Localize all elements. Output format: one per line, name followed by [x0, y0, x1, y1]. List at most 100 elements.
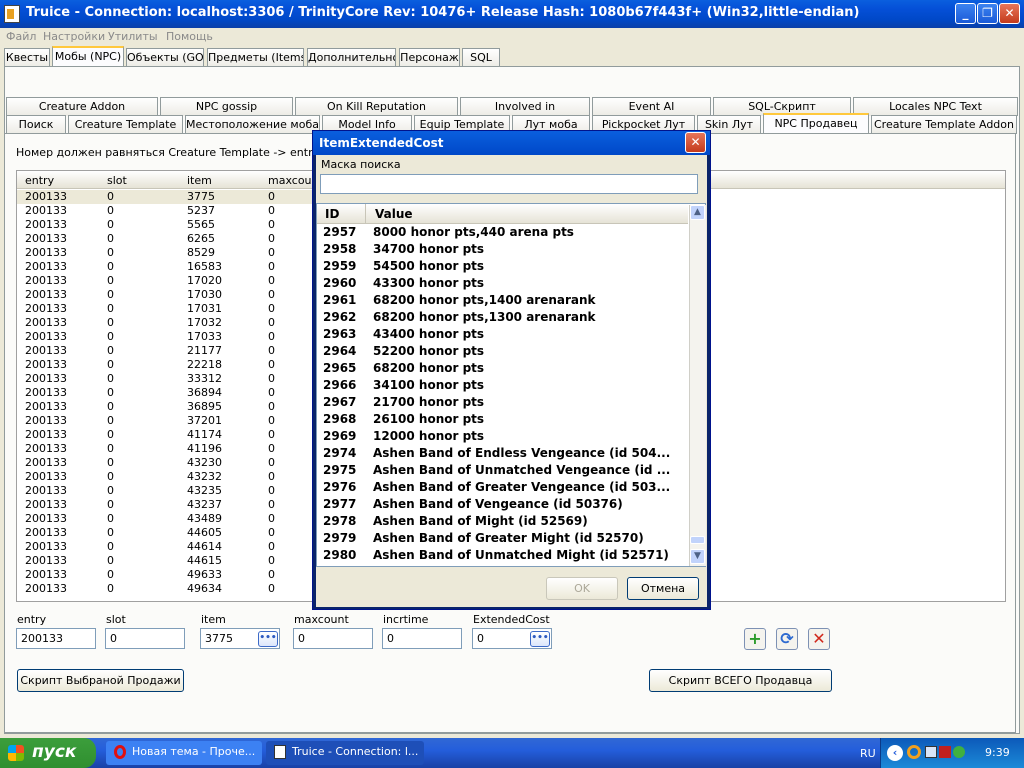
list-item[interactable]: 2967 21700 honor pts — [318, 394, 688, 411]
start-button[interactable]: пуск — [0, 738, 96, 768]
tab-npc[interactable]: Мобы (NPC) — [52, 46, 124, 67]
list-item[interactable]: 2959 54500 honor pts — [318, 258, 688, 275]
tab-creature-addon[interactable]: Creature Addon — [6, 97, 158, 116]
table-row[interactable]: 200133 0 5565 0 — [17, 218, 313, 232]
list-item[interactable]: 2969 12000 honor pts — [318, 428, 688, 445]
list-item[interactable]: 2965 68200 honor pts — [318, 360, 688, 377]
table-row[interactable]: 200133 0 43235 0 — [17, 484, 313, 498]
task-opera[interactable]: Новая тема - Проче... — [106, 741, 262, 765]
list-item[interactable]: 2960 43300 honor pts — [318, 275, 688, 292]
table-row[interactable]: 200133 0 17020 0 — [17, 274, 313, 288]
scroll-down-icon[interactable]: ▼ — [690, 549, 705, 564]
slot-field[interactable]: 0 — [105, 628, 185, 649]
language-indicator[interactable]: RU — [860, 747, 876, 760]
close-button[interactable]: ✕ — [999, 3, 1020, 24]
list-item[interactable]: 2964 52200 honor pts — [318, 343, 688, 360]
menu-utilities[interactable]: Утилиты — [108, 30, 158, 43]
table-row[interactable]: 200133 0 3775 0 — [17, 190, 313, 204]
network-icon[interactable] — [925, 746, 937, 758]
col-entry[interactable]: entry — [25, 174, 54, 187]
tab-quests[interactable]: Квесты — [4, 48, 50, 67]
table-row[interactable]: 200133 0 43489 0 — [17, 512, 313, 526]
table-row[interactable]: 200133 0 6265 0 — [17, 232, 313, 246]
tab-npc-gossip[interactable]: NPC gossip — [160, 97, 293, 116]
table-row[interactable]: 200133 0 44615 0 — [17, 554, 313, 568]
menu-help[interactable]: Помощь — [166, 30, 213, 43]
table-row[interactable]: 200133 0 17032 0 — [17, 316, 313, 330]
col-slot[interactable]: slot — [107, 174, 127, 187]
col-item[interactable]: item — [187, 174, 212, 187]
tab-involved-in[interactable]: Involved in — [460, 97, 590, 116]
list-item[interactable]: 2961 68200 honor pts,1400 arenarank — [318, 292, 688, 309]
table-row[interactable]: 200133 0 21177 0 — [17, 344, 313, 358]
list-item[interactable]: 2980 Ashen Band of Unmatched Might (id 52… — [318, 547, 688, 564]
table-row[interactable]: 200133 0 22218 0 — [17, 358, 313, 372]
tray-expand-icon[interactable]: ‹ — [887, 745, 903, 761]
entry-field[interactable]: 200133 — [16, 628, 96, 649]
list-item[interactable]: 2957 8000 honor pts,440 arena pts — [318, 224, 688, 241]
tab-items[interactable]: Предметы (Items) — [207, 48, 304, 67]
shield-icon[interactable] — [939, 746, 951, 758]
maxcount-field[interactable]: 0 — [293, 628, 373, 649]
list-item[interactable]: 2975 Ashen Band of Unmatched Vengeance (i… — [318, 462, 688, 479]
table-row[interactable]: 200133 0 17031 0 — [17, 302, 313, 316]
list-item[interactable]: 2966 34100 honor pts — [318, 377, 688, 394]
list-item[interactable]: 2962 68200 honor pts,1300 arenarank — [318, 309, 688, 326]
list-item[interactable]: 2958 34700 honor pts — [318, 241, 688, 258]
tab-character[interactable]: Персонаж — [399, 48, 460, 67]
tab-creature-template-addon[interactable]: Creature Template Addon — [871, 115, 1017, 134]
maximize-button[interactable]: ❐ — [977, 3, 998, 24]
opera-tray-icon[interactable] — [907, 745, 921, 759]
list-item[interactable]: 2968 26100 honor pts — [318, 411, 688, 428]
tab-creature-location[interactable]: Местоположение моба — [185, 115, 320, 134]
tab-objects[interactable]: Объекты (GO) — [126, 48, 204, 67]
incrtime-field[interactable]: 0 — [382, 628, 462, 649]
list-item[interactable]: 2979 Ashen Band of Greater Might (id 5257… — [318, 530, 688, 547]
tab-creature-template[interactable]: Creature Template — [68, 115, 183, 134]
table-row[interactable]: 200133 0 5237 0 — [17, 204, 313, 218]
table-row[interactable]: 200133 0 49634 0 — [17, 582, 313, 596]
table-row[interactable]: 200133 0 43232 0 — [17, 470, 313, 484]
table-row[interactable]: 200133 0 36894 0 — [17, 386, 313, 400]
table-row[interactable]: 200133 0 44605 0 — [17, 526, 313, 540]
tab-search[interactable]: Поиск — [6, 115, 66, 134]
delete-button[interactable]: ✕ — [808, 628, 830, 650]
table-row[interactable]: 200133 0 33312 0 — [17, 372, 313, 386]
table-row[interactable]: 200133 0 17030 0 — [17, 288, 313, 302]
table-row[interactable]: 200133 0 44614 0 — [17, 540, 313, 554]
tab-event-ai[interactable]: Event AI — [592, 97, 711, 116]
flower-icon[interactable] — [953, 746, 965, 758]
menu-file[interactable]: Файл — [6, 30, 36, 43]
tab-npc-vendor[interactable]: NPC Продавец — [763, 113, 869, 134]
list-item[interactable]: 2963 43400 honor pts — [318, 326, 688, 343]
dialog-scrollbar[interactable] — [689, 205, 706, 566]
list-item[interactable]: 2978 Ashen Band of Might (id 52569) — [318, 513, 688, 530]
tab-on-kill-reputation[interactable]: On Kill Reputation — [295, 97, 458, 116]
table-row[interactable]: 200133 0 8529 0 — [17, 246, 313, 260]
list-item[interactable]: 2976 Ashen Band of Greater Vengeance (id … — [318, 479, 688, 496]
task-truice[interactable]: Truice - Connection: l... — [266, 741, 424, 765]
tab-additional[interactable]: Дополнительно — [307, 48, 396, 67]
list-item[interactable]: 2977 Ashen Band of Vengeance (id 50376) — [318, 496, 688, 513]
ok-button[interactable]: OK — [546, 577, 618, 600]
minimize-button[interactable]: _ — [955, 3, 976, 24]
search-mask-input[interactable] — [320, 174, 698, 194]
script-selected-button[interactable]: Скрипт Выбраной Продажи — [17, 669, 184, 692]
col-id[interactable]: ID — [325, 207, 339, 221]
list-item[interactable]: 2974 Ashen Band of Endless Vengeance (id … — [318, 445, 688, 462]
dialog-close-button[interactable]: ✕ — [685, 132, 706, 153]
tab-locales-npc-text[interactable]: Locales NPC Text — [853, 97, 1018, 116]
table-row[interactable]: 200133 0 36895 0 — [17, 400, 313, 414]
menu-settings[interactable]: Настройки — [43, 30, 105, 43]
add-button[interactable]: + — [744, 628, 766, 650]
table-row[interactable]: 200133 0 37201 0 — [17, 414, 313, 428]
script-all-button[interactable]: Скрипт ВСЕГО Продавца — [649, 669, 832, 692]
table-row[interactable]: 200133 0 17033 0 — [17, 330, 313, 344]
scroll-up-icon[interactable]: ▲ — [690, 205, 705, 220]
refresh-button[interactable]: ⟳ — [776, 628, 798, 650]
tab-sql[interactable]: SQL — [462, 48, 500, 67]
item-browse-button[interactable]: ••• — [258, 631, 278, 647]
table-row[interactable]: 200133 0 41174 0 — [17, 428, 313, 442]
cancel-button[interactable]: Отмена — [627, 577, 699, 600]
table-row[interactable]: 200133 0 43230 0 — [17, 456, 313, 470]
